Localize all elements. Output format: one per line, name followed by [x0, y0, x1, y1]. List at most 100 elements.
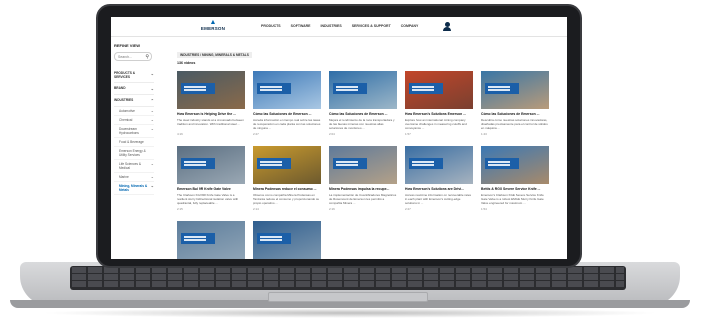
video-card[interactable]: Minera Podensas reduce el consumo ... Obs…: [253, 146, 321, 211]
search-icon[interactable]: ⚲: [145, 54, 149, 60]
laptop-trackpad: [268, 292, 428, 302]
active-filter-tag[interactable]: INDUSTRIES / MINING, MINERALS & METALS: [177, 52, 252, 58]
chevron-down-icon: ⌄: [150, 86, 154, 91]
video-title[interactable]: Cómo las Soluciones de Emerson ...: [253, 112, 321, 116]
chevron-down-icon: ⌄: [150, 108, 154, 113]
chevron-up-icon: ⌃: [150, 98, 154, 103]
video-duration: 1:54: [481, 207, 487, 211]
thumbnail-title-band: [257, 83, 291, 94]
video-card[interactable]: Cómo las Soluciones de Emerson ... Descub…: [481, 71, 549, 136]
filter-downstream-hydrocarbons[interactable]: Downstream Hydrocarbons ⌄: [114, 125, 154, 138]
nav-products[interactable]: PRODUCTS: [261, 24, 281, 28]
filter-life-sciences[interactable]: Life Sciences & Medical ⌄: [114, 160, 154, 173]
chevron-down-icon: ⌄: [150, 161, 154, 166]
video-title[interactable]: Bettis & RGX Severe Service Knife ...: [481, 187, 549, 191]
thumbnail-title-band: [181, 83, 215, 94]
video-duration: 2:14: [253, 207, 259, 211]
video-card[interactable]: Cómo las Soluciones de Emerson ... Acceda…: [253, 71, 321, 136]
laptop-mockup: ▲ EMERSON PRODUCTS SOFTWARE INDUSTRIES S…: [0, 0, 705, 328]
nav-software[interactable]: SOFTWARE: [291, 24, 311, 28]
video-title[interactable]: Cómo las Soluciones de Emerson ...: [329, 112, 397, 116]
chevron-down-icon: ⌄: [150, 174, 154, 179]
video-card[interactable]: Emerson Bul 9R Knife Gate Valve The Clark…: [177, 146, 245, 211]
thumbnail-title-band: [257, 158, 291, 169]
video-thumbnail[interactable]: [481, 146, 549, 184]
filter-brand[interactable]: BRAND ⌄: [114, 83, 154, 95]
video-title[interactable]: Emerson Bul 9R Knife Gate Valve: [177, 187, 245, 191]
video-thumbnail[interactable]: [481, 71, 549, 109]
video-thumbnail[interactable]: [405, 146, 473, 184]
thumbnail-title-band: [409, 158, 443, 169]
video-description: Emerson's Clarkson KGE Severe Service Kn…: [481, 193, 544, 205]
video-duration: 2:27: [405, 207, 411, 211]
user-account-icon[interactable]: [443, 22, 451, 31]
video-title[interactable]: How Emerson's Solutions are Drivi...: [405, 187, 473, 191]
laptop-shadow: [40, 308, 660, 318]
video-duration: 2:27: [253, 132, 259, 136]
video-description: Mejora el rendimiento de la roca transpo…: [329, 118, 395, 130]
filter-food-beverage[interactable]: Food & Beverage: [114, 138, 154, 147]
thumbnail-title-band: [257, 233, 291, 244]
site-header: ▲ EMERSON PRODUCTS SOFTWARE INDUSTRIES S…: [111, 17, 567, 37]
thumbnail-title-band: [333, 158, 367, 169]
filter-marine[interactable]: Marine ⌄: [114, 173, 154, 182]
video-description: Access real-time information on recovera…: [405, 193, 472, 205]
video-duration: 2:15: [177, 207, 183, 211]
video-thumbnail[interactable]: [177, 221, 245, 259]
video-title[interactable]: Cómo las Soluciones de Emerson ...: [481, 112, 549, 116]
main-nav: PRODUCTS SOFTWARE INDUSTRIES SERVICES & …: [261, 24, 418, 28]
search-placeholder: Search...: [118, 55, 133, 59]
nav-company[interactable]: COMPANY: [401, 24, 419, 28]
video-duration: 2:04: [329, 132, 335, 136]
logo-text: EMERSON: [200, 26, 226, 31]
video-duration: 1:57: [405, 132, 411, 136]
video-thumbnail[interactable]: [253, 221, 321, 259]
chevron-down-icon: ⌄: [150, 117, 154, 122]
emerson-logo[interactable]: ▲ EMERSON: [195, 19, 231, 34]
video-title[interactable]: Minera Podensas impulsa la recupe...: [329, 187, 397, 191]
video-title[interactable]: How Emerson's Solutions Emerson ...: [405, 112, 473, 116]
video-title[interactable]: Minera Podensas reduce el consumo ...: [253, 187, 321, 191]
video-thumbnail[interactable]: [177, 71, 245, 109]
video-thumbnail[interactable]: [405, 71, 473, 109]
video-card[interactable]: [253, 221, 321, 259]
thumbnail-title-band: [409, 83, 443, 94]
video-gallery: INDUSTRIES / MINING, MINERALS & METALS 1…: [177, 43, 567, 259]
filter-products-services[interactable]: PRODUCTS & SERVICES ⌄: [114, 68, 154, 83]
thumbnail-title-band: [485, 83, 519, 94]
nav-services-support[interactable]: SERVICES & SUPPORT: [352, 24, 391, 28]
thumbnail-title-band: [333, 83, 367, 94]
thumbnail-title-band: [485, 158, 519, 169]
filter-chemical[interactable]: Chemical ⌄: [114, 116, 154, 125]
filter-energy-utility[interactable]: Emerson Energy & Utility Services: [114, 147, 154, 160]
video-card[interactable]: [177, 221, 245, 259]
filter-mining[interactable]: Mining, Minerals & Metals ⌄: [114, 182, 154, 195]
video-card[interactable]: How Emerson is Helping Drive the ... The …: [177, 71, 245, 136]
video-thumbnail[interactable]: [329, 71, 397, 109]
video-thumbnail[interactable]: [329, 146, 397, 184]
filter-industries[interactable]: INDUSTRIES ⌃: [114, 95, 154, 107]
search-input[interactable]: Search... ⚲: [114, 52, 152, 61]
chevron-down-icon: ⌄: [150, 71, 154, 76]
video-card[interactable]: How Emerson's Solutions are Drivi... Acce…: [405, 146, 473, 211]
video-duration: 1:43: [481, 132, 487, 136]
video-title[interactable]: How Emerson is Helping Drive the ...: [177, 112, 245, 116]
video-description: The steel industry stands at a crossroad…: [177, 118, 244, 126]
filter-automotive[interactable]: Automotive ⌄: [114, 107, 154, 116]
video-description: Descubra cómo nuestras soluciones innova…: [481, 118, 548, 130]
video-thumbnail[interactable]: [253, 71, 321, 109]
video-duration: 4:16: [177, 132, 183, 136]
video-grid: How Emerson is Helping Drive the ... The …: [177, 71, 567, 259]
video-card[interactable]: Bettis & RGX Severe Service Knife ... Eme…: [481, 146, 549, 211]
video-card[interactable]: Minera Podensas impulsa la recupe... La i…: [329, 146, 397, 211]
video-duration: 2:16: [329, 207, 335, 211]
video-card[interactable]: How Emerson's Solutions Emerson ... Explo…: [405, 71, 473, 136]
video-thumbnail[interactable]: [177, 146, 245, 184]
video-description: The Clarkson KGV9R Knife Gate Valve is a…: [177, 193, 239, 205]
video-description: La implementación de Cuantificadores Mag…: [329, 193, 397, 205]
video-thumbnail[interactable]: [253, 146, 321, 184]
nav-industries[interactable]: INDUSTRIES: [320, 24, 341, 28]
video-card[interactable]: Cómo las Soluciones de Emerson ... Mejora…: [329, 71, 397, 136]
thumbnail-title-band: [181, 158, 215, 169]
video-description: Observe como compañía Minera Podensas en…: [253, 193, 320, 205]
